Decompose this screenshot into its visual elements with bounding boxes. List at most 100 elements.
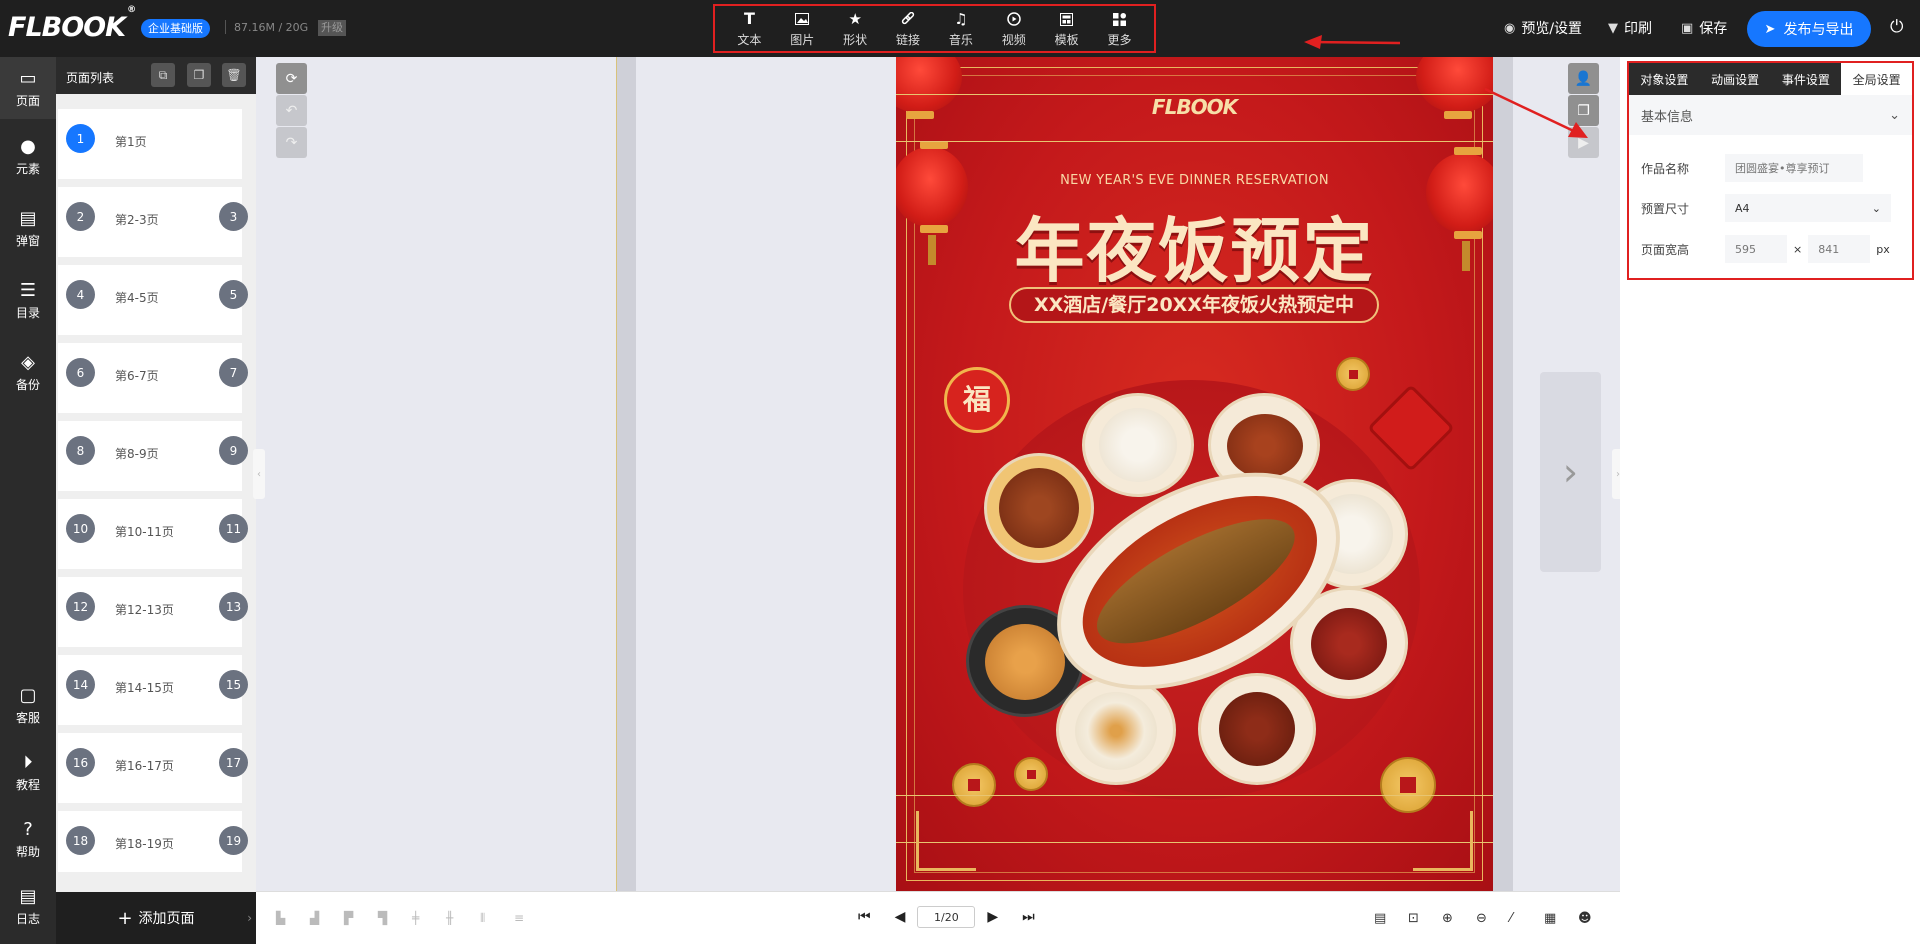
- tool-template[interactable]: 模板: [1043, 7, 1091, 51]
- prev-page-icon[interactable]: ◀: [895, 909, 906, 925]
- page-width-field[interactable]: [1725, 235, 1787, 263]
- page-item[interactable]: 14 第14-15页 15: [58, 655, 248, 725]
- guide-line: [896, 795, 1493, 796]
- tab-global-settings[interactable]: 全局设置: [1841, 63, 1912, 95]
- zoom-out-icon[interactable]: ⊖: [1476, 911, 1487, 926]
- backup-icon: ◈: [21, 351, 35, 373]
- distribute-v-icon[interactable]: ≡: [514, 911, 524, 925]
- properties-panel: 对象设置 动画设置 事件设置 全局设置 基本信息 ⌄ 作品名称 预置尺寸 A4 …: [1620, 57, 1920, 944]
- upgrade-button[interactable]: 升级: [318, 20, 346, 36]
- settings-tabs: 对象设置 动画设置 事件设置 全局设置: [1629, 63, 1912, 95]
- text-icon: T: [743, 9, 755, 28]
- page-icon: ▭: [19, 67, 37, 89]
- tool-link[interactable]: 链接: [884, 7, 932, 51]
- nav-backup[interactable]: ◈ 备份: [0, 341, 56, 403]
- preset-size-select[interactable]: A4 ⌄: [1725, 194, 1891, 222]
- page-input[interactable]: [917, 906, 976, 928]
- page-item[interactable]: 12 第12-13页 13: [58, 577, 248, 647]
- tool-text[interactable]: T 文本: [725, 7, 773, 51]
- page-label: 第4-5页: [115, 291, 159, 305]
- nav-pages[interactable]: ▭ 页面: [0, 57, 56, 119]
- insert-toolbar: T 文本 图片 ★ 形状 链接 ♫ 音乐 视频 模板 更多: [713, 4, 1156, 53]
- poster-title[interactable]: 年夜饭预定: [896, 195, 1493, 296]
- plan-badge: 企业基础版: [141, 19, 210, 38]
- copy-page-icon[interactable]: ⧉: [151, 63, 175, 87]
- add-collaborator-icon[interactable]: 👤: [1568, 63, 1599, 94]
- power-icon[interactable]: ⏻: [1890, 17, 1903, 37]
- tool-image[interactable]: 图片: [778, 7, 826, 51]
- page-list-panel: 页面列表 ⧉ ❐ 🗑 1 第1页 2 第2-3页 3 4 第4-5页 5 6 第…: [56, 57, 256, 944]
- page-label: 第12-13页: [115, 603, 174, 617]
- next-page-icon[interactable]: ▶: [987, 909, 998, 925]
- nav-popups[interactable]: ▤ 弹窗: [0, 197, 56, 259]
- align-right-icon[interactable]: ▟: [310, 911, 319, 925]
- page-item[interactable]: 18 第18-19页 19: [58, 811, 248, 872]
- page-list: 1 第1页 2 第2-3页 3 4 第4-5页 5 6 第6-7页 7 8 第8…: [56, 97, 256, 872]
- tool-video[interactable]: 视频: [990, 7, 1038, 51]
- page-height-field[interactable]: [1808, 235, 1871, 263]
- tab-animation-settings[interactable]: 动画设置: [1700, 63, 1771, 95]
- page-item[interactable]: 6 第6-7页 7: [58, 343, 248, 413]
- ruler-icon[interactable]: ⁄: [1510, 911, 1512, 926]
- align-middle-icon[interactable]: ╫: [446, 911, 453, 925]
- page-number-badge: 13: [219, 592, 248, 621]
- poster-logo[interactable]: FLBOOK: [896, 95, 1493, 119]
- duplicate-page-icon[interactable]: ❐: [187, 63, 211, 87]
- collapse-left-tab[interactable]: ‹: [253, 449, 265, 499]
- play-icon[interactable]: ▶: [1568, 127, 1599, 158]
- fu-charm[interactable]: 福: [944, 367, 1010, 433]
- history-icon[interactable]: ⟳: [276, 63, 307, 94]
- delete-page-icon[interactable]: 🗑: [222, 63, 246, 87]
- popup-icon: ▤: [19, 207, 37, 229]
- tool-shape[interactable]: ★ 形状: [831, 7, 879, 51]
- last-page-icon[interactable]: ⏭: [1022, 909, 1035, 925]
- settings-icon[interactable]: ☻: [1578, 911, 1592, 926]
- page-item[interactable]: 8 第8-9页 9: [58, 421, 248, 491]
- app-logo[interactable]: FLBOOK®: [8, 5, 136, 43]
- basic-info-section[interactable]: 基本信息 ⌄: [1629, 95, 1912, 135]
- page-item[interactable]: 2 第2-3页 3: [58, 187, 248, 257]
- next-page-arrow[interactable]: ›: [1540, 372, 1601, 572]
- page-label: 第14-15页: [115, 681, 174, 695]
- page-item[interactable]: 1 第1页: [58, 109, 242, 179]
- first-page-icon[interactable]: ⏮: [858, 909, 871, 925]
- align-top-icon[interactable]: ▛: [344, 911, 353, 925]
- save-button[interactable]: ▣ 保存: [1681, 18, 1727, 38]
- redo-icon[interactable]: ↷: [276, 127, 307, 158]
- preview-settings-button[interactable]: ◉ 预览/设置: [1504, 18, 1582, 38]
- grid-icon[interactable]: ▦: [1544, 911, 1556, 926]
- nav-help[interactable]: ? 帮助: [0, 808, 56, 870]
- chevron-right-icon[interactable]: ›: [247, 911, 252, 925]
- poster-banner[interactable]: XX酒店/餐厅20XX年夜饭火热预定中: [1009, 287, 1379, 323]
- tool-music[interactable]: ♫ 音乐: [937, 7, 985, 51]
- align-left-icon[interactable]: ▙: [276, 911, 285, 925]
- nav-toc[interactable]: ☰ 目录: [0, 269, 56, 331]
- poster-subtitle[interactable]: NEW YEAR'S EVE DINNER RESERVATION: [896, 173, 1493, 188]
- page-item[interactable]: 10 第10-11页 11: [58, 499, 248, 569]
- nav-support[interactable]: ▢ 客服: [0, 674, 56, 736]
- add-page-button[interactable]: + 添加页面 ›: [56, 892, 256, 944]
- publish-export-button[interactable]: ➤ 发布与导出: [1747, 11, 1871, 47]
- nav-elements[interactable]: ● 元素: [0, 125, 56, 187]
- undo-icon[interactable]: ↶: [276, 95, 307, 126]
- print-button[interactable]: ▼ 印刷: [1608, 18, 1652, 38]
- tool-more[interactable]: 更多: [1096, 7, 1144, 51]
- tab-object-settings[interactable]: 对象设置: [1629, 63, 1700, 95]
- zoom-in-icon[interactable]: ⊕: [1442, 911, 1453, 926]
- document-icon[interactable]: ▤: [1374, 911, 1386, 926]
- page-number-badge: 8: [66, 436, 95, 465]
- elements-icon: ●: [20, 135, 36, 157]
- nav-tutorial[interactable]: ⏵ 教程: [0, 741, 56, 803]
- distribute-h-icon[interactable]: ⦀: [480, 911, 485, 926]
- work-name-field[interactable]: [1725, 154, 1863, 182]
- layers-icon[interactable]: ❐: [1568, 95, 1599, 126]
- align-bottom-icon[interactable]: ▜: [378, 911, 387, 925]
- align-center-icon[interactable]: ╪: [412, 911, 419, 925]
- fit-page-icon[interactable]: ⊡: [1408, 911, 1419, 926]
- nav-log[interactable]: ▤ 日志: [0, 875, 56, 937]
- tab-event-settings[interactable]: 事件设置: [1771, 63, 1842, 95]
- page-item[interactable]: 4 第4-5页 5: [58, 265, 248, 335]
- page-canvas[interactable]: FLBOOK NEW YEAR'S EVE DINNER RESERVATION…: [896, 57, 1493, 891]
- page-margin: [616, 57, 636, 891]
- page-item[interactable]: 16 第16-17页 17: [58, 733, 248, 803]
